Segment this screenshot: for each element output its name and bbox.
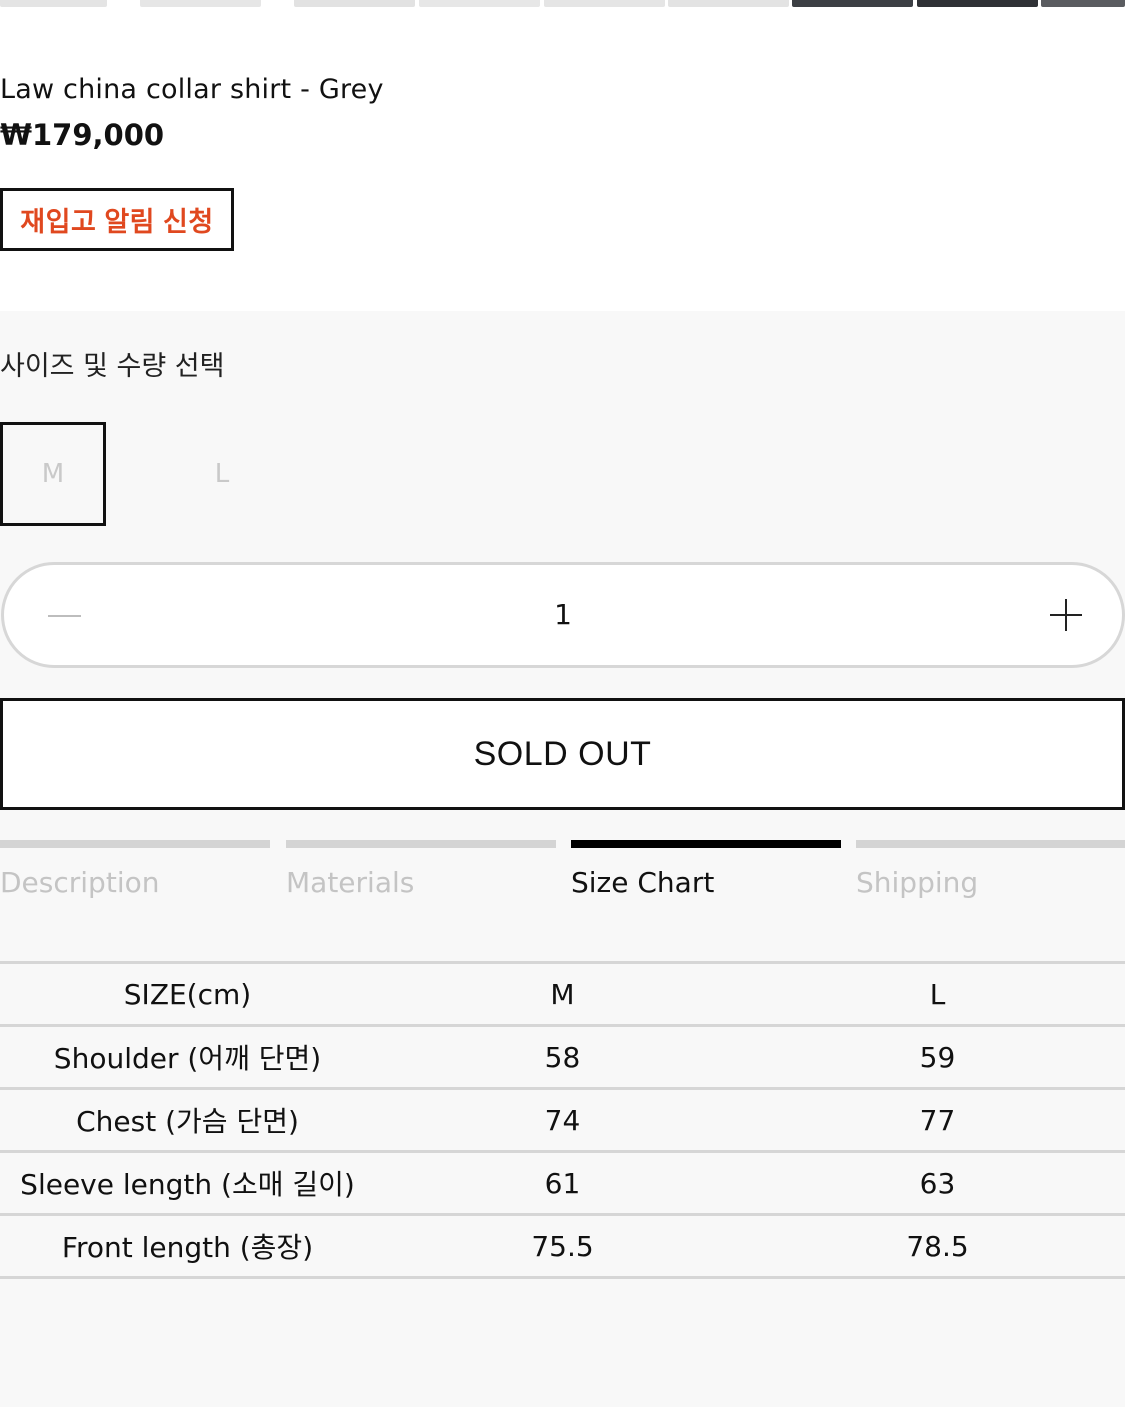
tab-indicator xyxy=(856,840,1125,848)
product-price: ₩179,000 xyxy=(0,118,165,152)
thumbnail[interactable] xyxy=(419,0,540,7)
table-header-row: SIZE(cm) M L xyxy=(0,962,1125,1026)
size-option-l[interactable]: L xyxy=(170,422,274,526)
tab-shipping[interactable]: Shipping xyxy=(856,840,1125,899)
table-cell: Chest (가슴 단면) xyxy=(76,1105,299,1138)
table-cell: Shoulder (어깨 단면) xyxy=(53,1042,322,1075)
table-cell: 78.5 xyxy=(906,1229,969,1263)
tab-indicator xyxy=(571,840,841,848)
tab-indicator xyxy=(286,840,556,848)
table-row: Chest (가슴 단면) 74 77 xyxy=(0,1088,1125,1152)
size-chart-table: SIZE(cm) M L Shoulder (어깨 단면) 58 59 Ches… xyxy=(0,961,1125,1279)
thumbnail[interactable] xyxy=(1041,0,1125,7)
thumbnail[interactable] xyxy=(0,0,107,7)
thumbnail[interactable] xyxy=(792,0,913,7)
table-cell: 74 xyxy=(544,1103,581,1137)
size-option-m[interactable]: M xyxy=(0,422,106,526)
sold-out-button[interactable]: SOLD OUT xyxy=(0,698,1125,810)
tab-label: Materials xyxy=(286,866,415,899)
table-row: Front length (총장) 75.5 78.5 xyxy=(0,1214,1125,1278)
table-cell: 77 xyxy=(919,1103,956,1137)
tab-label: Size Chart xyxy=(571,866,715,899)
options-label: 사이즈 및 수량 선택 xyxy=(0,351,225,382)
quantity-value[interactable]: 1 xyxy=(4,598,1122,631)
thumbnail[interactable] xyxy=(140,0,261,7)
table-header-cell: M xyxy=(550,977,575,1011)
thumbnail-strip xyxy=(0,0,1125,8)
tab-indicator xyxy=(0,840,270,848)
table-cell: Sleeve length (소매 길이) xyxy=(20,1168,355,1201)
table-cell: Front length (총장) xyxy=(61,1231,314,1264)
quantity-stepper: 1 xyxy=(1,562,1125,668)
tab-label: Shipping xyxy=(856,866,979,899)
table-header-cell: L xyxy=(929,977,946,1011)
thumbnail[interactable] xyxy=(544,0,665,7)
table-cell: 58 xyxy=(544,1040,581,1074)
restock-notify-button[interactable]: 재입고 알림 신청 xyxy=(0,188,234,251)
thumbnail[interactable] xyxy=(668,0,789,7)
tab-label: Description xyxy=(0,866,160,899)
plus-icon[interactable] xyxy=(1050,599,1082,631)
table-cell: 75.5 xyxy=(531,1229,594,1263)
table-cell: 63 xyxy=(919,1166,956,1200)
table-cell: 61 xyxy=(544,1166,581,1200)
product-title: Law china collar shirt - Grey xyxy=(0,74,384,105)
tab-materials[interactable]: Materials xyxy=(286,840,556,899)
tab-description[interactable]: Description xyxy=(0,840,270,899)
table-row: Shoulder (어깨 단면) 58 59 xyxy=(0,1025,1125,1089)
table-row: Sleeve length (소매 길이) 61 63 xyxy=(0,1151,1125,1215)
table-cell: 59 xyxy=(919,1040,956,1074)
table-header-cell: SIZE(cm) xyxy=(123,977,252,1011)
tab-size-chart[interactable]: Size Chart xyxy=(571,840,841,899)
thumbnail[interactable] xyxy=(917,0,1038,7)
thumbnail[interactable] xyxy=(294,0,415,7)
